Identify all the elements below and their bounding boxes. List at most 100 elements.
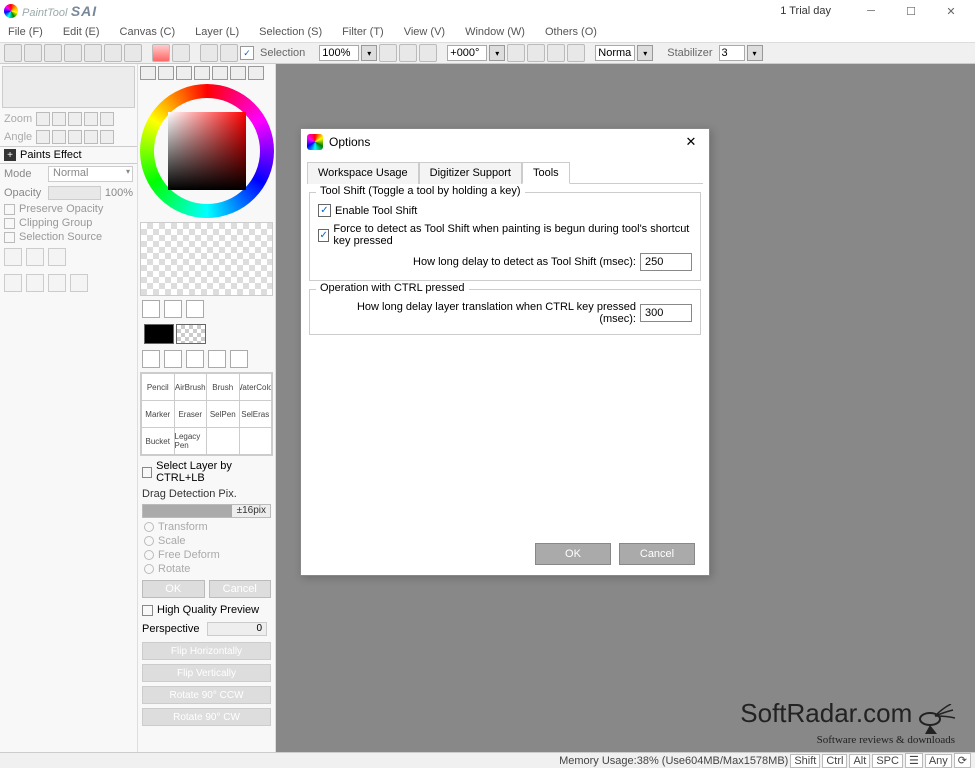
opacity-slider[interactable] <box>48 186 101 200</box>
tool-empty[interactable] <box>240 428 272 454</box>
blend-mode-combo[interactable]: Normal <box>48 166 133 182</box>
menu-file[interactable]: File (F) <box>4 24 47 40</box>
menu-others[interactable]: Others (O) <box>541 24 601 40</box>
nav-btn[interactable] <box>68 130 82 144</box>
toolstrip-btn[interactable] <box>44 44 62 62</box>
menu-view[interactable]: View (V) <box>400 24 449 40</box>
scale-radio[interactable]: Scale <box>138 534 275 548</box>
tool-selpen[interactable]: SelPen <box>207 401 239 427</box>
blend-dropdown-icon[interactable]: ▾ <box>637 45 653 61</box>
rect-select-icon[interactable] <box>142 300 160 318</box>
tab-digitizer-support[interactable]: Digitizer Support <box>419 162 522 184</box>
paints-effect-header[interactable]: + Paints Effect <box>0 146 137 164</box>
rotate-icon[interactable] <box>186 350 204 368</box>
hq-preview-checkbox[interactable]: High Quality Preview <box>138 602 275 618</box>
toolstrip-btn[interactable] <box>64 44 82 62</box>
rotate-radio[interactable]: Rotate <box>138 562 275 576</box>
transform-radio[interactable]: Transform <box>138 520 275 534</box>
transfer-down-button[interactable] <box>4 274 22 292</box>
minimize-button[interactable]: ─ <box>851 0 891 22</box>
angle-field[interactable] <box>447 45 487 61</box>
dialog-ok-button[interactable]: OK <box>535 543 611 565</box>
nav-btn[interactable] <box>68 112 82 126</box>
clipping-group-check[interactable]: Clipping Group <box>0 216 137 230</box>
zoom-out-button[interactable] <box>379 44 397 62</box>
rotate-cw-button[interactable] <box>527 44 545 62</box>
flip-v-button[interactable]: Flip Vertically <box>142 664 271 682</box>
select-layer-checkbox[interactable]: Select Layer by CTRL+LB <box>138 458 275 486</box>
perspective-slider[interactable]: 0 <box>207 622 267 636</box>
color-wheel[interactable] <box>140 84 274 218</box>
nav-btn[interactable] <box>36 112 50 126</box>
tool-pencil[interactable]: Pencil <box>142 374 174 400</box>
tab-workspace-usage[interactable]: Workspace Usage <box>307 162 419 184</box>
flip-h-button[interactable]: Flip Horizontally <box>142 642 271 660</box>
drag-detection-slider[interactable]: ±16pix <box>142 504 271 518</box>
tool-bucket[interactable]: Bucket <box>142 428 174 454</box>
toolstrip-btn[interactable] <box>4 44 22 62</box>
selection-visible-checkbox[interactable]: ✓ <box>240 46 254 60</box>
selection-source-check[interactable]: Selection Source <box>0 230 137 244</box>
rotate-reset-button[interactable] <box>547 44 565 62</box>
zoom-icon[interactable] <box>164 350 182 368</box>
menu-edit[interactable]: Edit (E) <box>59 24 104 40</box>
tool-brush[interactable]: Brush <box>207 374 239 400</box>
redo-button[interactable] <box>172 44 190 62</box>
menu-layer[interactable]: Layer (L) <box>191 24 243 40</box>
toolstrip-btn[interactable] <box>24 44 42 62</box>
flip-button[interactable] <box>567 44 585 62</box>
move-icon[interactable] <box>142 350 160 368</box>
deselect-button[interactable] <box>200 44 218 62</box>
nav-btn[interactable] <box>84 130 98 144</box>
toolstrip-btn[interactable] <box>84 44 102 62</box>
menu-selection[interactable]: Selection (S) <box>255 24 326 40</box>
free-deform-radio[interactable]: Free Deform <box>138 548 275 562</box>
new-layer-button[interactable] <box>4 248 22 266</box>
angle-dropdown-icon[interactable]: ▾ <box>489 45 505 61</box>
tool-eraser[interactable]: Eraser <box>175 401 207 427</box>
menu-window[interactable]: Window (W) <box>461 24 529 40</box>
merge-down-button[interactable] <box>26 274 44 292</box>
lasso-icon[interactable] <box>164 300 182 318</box>
tool-legacy-pen[interactable]: Legacy Pen <box>175 428 207 454</box>
tool-airbrush[interactable]: AirBrush <box>175 374 207 400</box>
color-tab[interactable] <box>176 66 192 80</box>
preserve-opacity-check[interactable]: Preserve Opacity <box>0 202 137 216</box>
nav-btn[interactable] <box>100 112 114 126</box>
ctrl-delay-field[interactable] <box>640 304 692 322</box>
stabilizer-dropdown-icon[interactable]: ▾ <box>747 45 763 61</box>
tab-tools[interactable]: Tools <box>522 162 570 184</box>
zoom-dropdown-icon[interactable]: ▾ <box>361 45 377 61</box>
color-tab[interactable] <box>194 66 210 80</box>
transform-cancel-button[interactable]: Cancel <box>209 580 272 598</box>
enable-tool-shift-checkbox[interactable]: ✓Enable Tool Shift <box>316 201 694 220</box>
nav-btn[interactable] <box>84 112 98 126</box>
clear-layer-button[interactable] <box>48 274 66 292</box>
nav-btn[interactable] <box>52 130 66 144</box>
maximize-button[interactable]: ☐ <box>891 0 931 22</box>
navigator-preview[interactable] <box>2 66 135 108</box>
color-tab[interactable] <box>212 66 228 80</box>
dialog-cancel-button[interactable]: Cancel <box>619 543 695 565</box>
invert-button[interactable] <box>220 44 238 62</box>
magic-wand-icon[interactable] <box>186 300 204 318</box>
toolstrip-btn[interactable] <box>124 44 142 62</box>
transform-ok-button[interactable]: OK <box>142 580 205 598</box>
color-tab[interactable] <box>158 66 174 80</box>
nav-btn[interactable] <box>36 130 50 144</box>
dialog-close-button[interactable]: ✕ <box>679 132 703 152</box>
color-tab[interactable] <box>230 66 246 80</box>
tool-marker[interactable]: Marker <box>142 401 174 427</box>
nav-btn[interactable] <box>100 130 114 144</box>
color-tab[interactable] <box>248 66 264 80</box>
blend-mode-field[interactable] <box>595 45 635 61</box>
delete-layer-button[interactable] <box>70 274 88 292</box>
menu-canvas[interactable]: Canvas (C) <box>116 24 180 40</box>
rotate-ccw-button[interactable]: Rotate 90° CCW <box>142 686 271 704</box>
tool-empty[interactable] <box>207 428 239 454</box>
undo-button[interactable] <box>152 44 170 62</box>
new-linework-button[interactable] <box>26 248 44 266</box>
rotate-cw-button[interactable]: Rotate 90° CW <box>142 708 271 726</box>
color-square[interactable] <box>168 112 246 190</box>
swatch-palette[interactable] <box>140 222 273 296</box>
